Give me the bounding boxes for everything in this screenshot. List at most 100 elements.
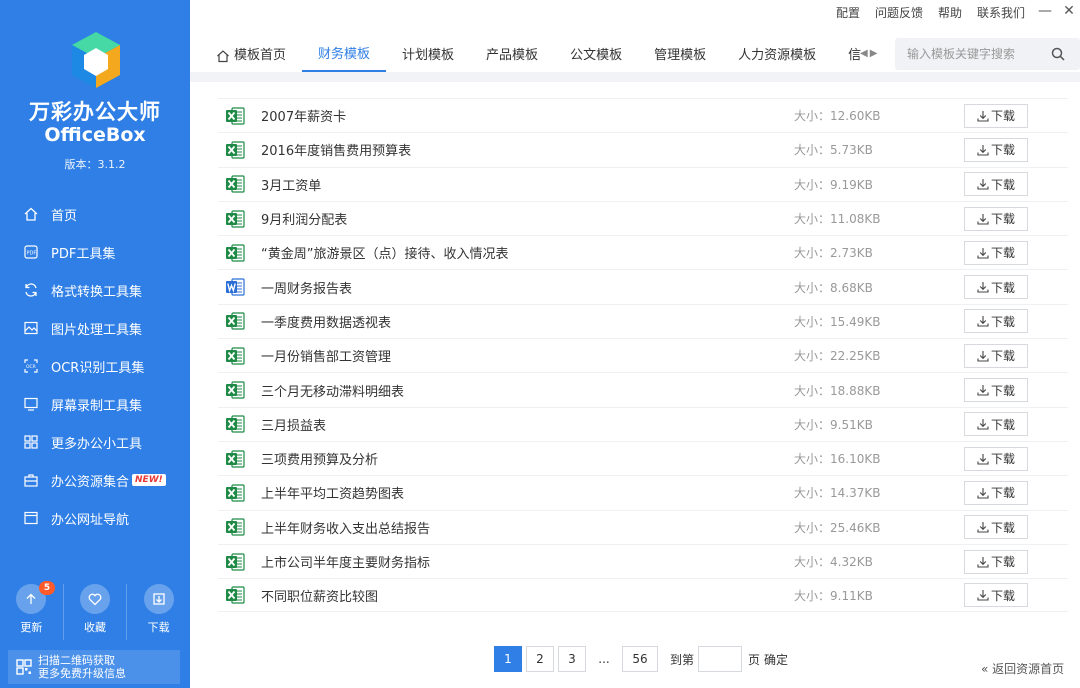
download-button[interactable]: 下载	[964, 172, 1028, 197]
sidebar-item-web-nav[interactable]: 办公网址导航	[0, 499, 190, 537]
excel-file-icon	[225, 346, 245, 366]
search-box	[895, 38, 1080, 70]
sidebar-item-resources[interactable]: 办公资源集合 NEW!	[0, 461, 190, 499]
minimize-icon[interactable]: —	[1036, 2, 1054, 20]
page-2[interactable]: 2	[526, 646, 554, 672]
download-button[interactable]: 下载	[964, 240, 1028, 265]
downloads-button[interactable]: 下载	[126, 584, 190, 640]
table-row: 一周财务报告表 大小：8.68KB 下载	[218, 269, 1068, 303]
tab-plan[interactable]: 计划模板	[386, 40, 470, 72]
download-button[interactable]: 下载	[964, 343, 1028, 368]
sidebar-item-label: 办公资源集合	[51, 474, 130, 490]
file-size: 大小：12.60KB	[794, 109, 881, 124]
search-icon[interactable]	[1051, 47, 1065, 61]
download-button[interactable]: 下载	[964, 137, 1028, 162]
sidebar-item-pdf[interactable]: PDF PDF工具集	[0, 233, 190, 271]
arrow-right-icon[interactable]: ▶	[870, 48, 880, 59]
download-icon	[977, 487, 989, 499]
file-name[interactable]: 3月工资单	[261, 175, 794, 194]
arrow-left-icon[interactable]: ◀	[860, 48, 870, 59]
download-button[interactable]: 下载	[964, 583, 1028, 608]
sidebar-item-label: OCR识别工具集	[51, 360, 145, 376]
sidebar-item-more-tools[interactable]: 更多办公小工具	[0, 423, 190, 461]
file-name[interactable]: 一周财务报告表	[261, 278, 794, 297]
download-label: 下载	[990, 383, 1015, 398]
download-button[interactable]: 下载	[964, 378, 1028, 403]
sidebar-item-home[interactable]: 首页	[0, 195, 190, 233]
file-name[interactable]: 上半年平均工资趋势图表	[261, 483, 794, 502]
back-to-resources-link[interactable]: « 返回资源首页	[981, 660, 1064, 677]
excel-file-icon	[225, 552, 245, 572]
update-button[interactable]: 5 更新	[0, 581, 63, 640]
apps-icon	[22, 433, 40, 451]
sidebar-item-image[interactable]: 图片处理工具集	[0, 309, 190, 347]
download-button[interactable]: 下载	[964, 309, 1028, 334]
pdf-icon: PDF	[22, 243, 40, 261]
file-name[interactable]: 2016年度销售费用预算表	[261, 140, 794, 159]
download-label: 下载	[990, 588, 1015, 603]
excel-file-icon	[225, 174, 245, 194]
sidebar-item-convert[interactable]: 格式转换工具集	[0, 271, 190, 309]
file-name[interactable]: 2007年薪资卡	[261, 106, 794, 125]
download-icon	[977, 316, 989, 327]
file-name[interactable]: 三项费用预算及分析	[261, 449, 794, 468]
file-name[interactable]: 一季度费用数据透视表	[261, 312, 794, 331]
download-button[interactable]: 下载	[964, 412, 1028, 437]
excel-file-icon	[225, 243, 245, 263]
sidebar-item-screen[interactable]: 屏幕录制工具集	[0, 385, 190, 423]
download-button[interactable]: 下载	[964, 480, 1028, 505]
download-button[interactable]: 下载	[964, 515, 1028, 540]
pagination: 1 2 3 ... 56 到第 页 确定	[494, 646, 788, 672]
tab-hr[interactable]: 人力资源模板	[722, 40, 832, 72]
download-button[interactable]: 下载	[964, 446, 1028, 471]
download-button[interactable]: 下载	[964, 549, 1028, 574]
excel-file-icon	[225, 483, 245, 503]
sidebar-item-label: 格式转换工具集	[51, 284, 143, 300]
menu-help[interactable]: 帮助	[938, 4, 962, 21]
download-label: 下载	[990, 109, 1015, 124]
file-name[interactable]: 上市公司半年度主要财务指标	[261, 552, 794, 571]
page-3[interactable]: 3	[558, 646, 586, 672]
file-name[interactable]: 9月利润分配表	[261, 209, 794, 228]
favorites-button[interactable]: 收藏	[62, 584, 127, 640]
file-name[interactable]: 三月损益表	[261, 415, 794, 434]
download-label: 下载	[990, 555, 1015, 569]
file-name[interactable]: 三个月无移动滞料明细表	[261, 381, 794, 400]
search-input[interactable]	[895, 47, 1045, 61]
download-button[interactable]: 下载	[964, 275, 1028, 300]
download-button[interactable]: 下载	[964, 206, 1028, 231]
page-1[interactable]: 1	[494, 646, 522, 672]
goto-confirm-button[interactable]: 确定	[764, 651, 788, 668]
sidebar-item-ocr[interactable]: OCR OCR识别工具集	[0, 347, 190, 385]
qr-promo-line1: 扫描二维码获取	[38, 654, 115, 667]
tab-home[interactable]: 模板首页	[190, 40, 302, 72]
download-label: 下载	[990, 212, 1015, 227]
goto-page-input[interactable]	[698, 646, 743, 672]
file-size: 大小：9.19KB	[794, 177, 873, 192]
heart-icon	[80, 584, 110, 614]
file-size: 大小：14.37KB	[794, 486, 881, 501]
tab-document[interactable]: 公文模板	[554, 40, 638, 72]
file-name[interactable]: 上半年财务收入支出总结报告	[261, 518, 794, 537]
sidebar: 万彩办公大师 OfficeBox 版本：3.1.2 首页 PDF PDF工具集 …	[0, 0, 190, 688]
sidebar-item-label: 图片处理工具集	[51, 322, 143, 338]
tab-finance[interactable]: 财务模板	[302, 40, 387, 72]
file-name[interactable]: 一月份销售部工资管理	[261, 346, 794, 365]
menu-settings[interactable]: 配置	[836, 4, 860, 21]
menu-feedback[interactable]: 问题反馈	[875, 4, 923, 21]
file-name[interactable]: “黄金周”旅游景区（点）接待、收入情况表	[261, 243, 794, 262]
menu-contact[interactable]: 联系我们	[977, 4, 1025, 21]
download-button[interactable]: 下载	[964, 103, 1028, 128]
page-last[interactable]: 56	[622, 646, 658, 672]
briefcase-icon	[22, 471, 40, 489]
tab-management[interactable]: 管理模板	[638, 40, 722, 72]
tab-scroll-arrows[interactable]: ◀▶	[860, 48, 879, 59]
template-list: 2007年薪资卡 大小：12.60KB 下载 2016年度销售费用预算表 大小：…	[218, 98, 1068, 613]
download-icon	[977, 350, 989, 362]
qr-promo-text: 扫描二维码获取 更多免费升级信息	[38, 654, 126, 680]
excel-file-icon	[225, 209, 245, 229]
tab-product[interactable]: 产品模板	[470, 40, 554, 72]
close-icon[interactable]: ✕	[1060, 2, 1078, 20]
file-name[interactable]: 不同职位薪资比较图	[261, 586, 794, 605]
qr-code-promo[interactable]: 扫描二维码获取 更多免费升级信息	[8, 650, 180, 684]
